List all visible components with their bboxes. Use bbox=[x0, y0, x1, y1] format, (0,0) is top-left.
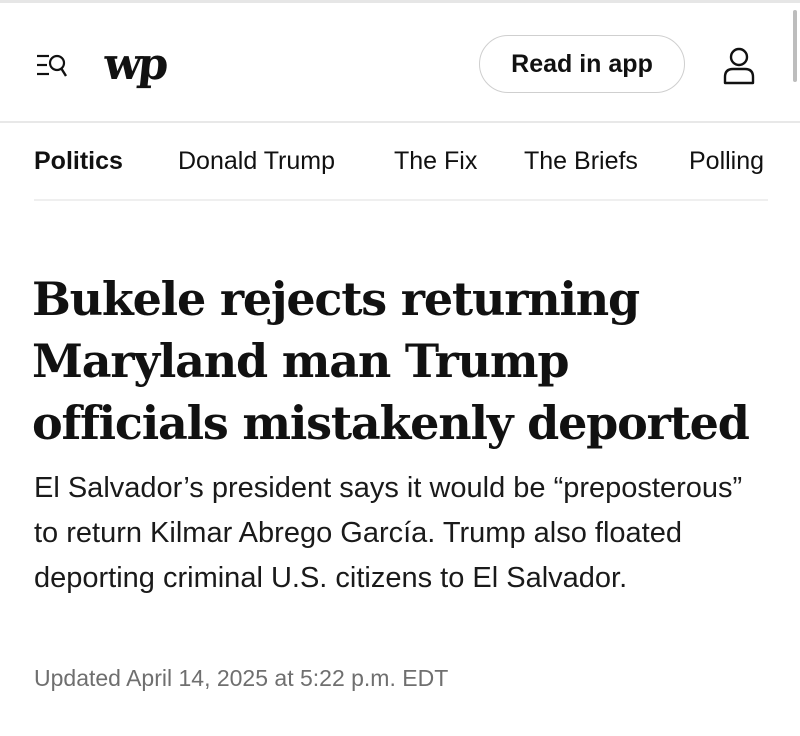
user-glyph bbox=[723, 47, 755, 85]
nav-item-the-briefs[interactable]: The Briefs bbox=[524, 145, 638, 177]
nav-item-polling[interactable]: Polling bbox=[689, 145, 764, 177]
site-header: wp Read in app bbox=[0, 3, 800, 123]
section-nav: Politics Donald Trump The Fix The Briefs… bbox=[34, 123, 768, 201]
nav-item-politics[interactable]: Politics bbox=[34, 145, 123, 177]
user-account-icon[interactable] bbox=[722, 47, 756, 85]
menu-search-glyph bbox=[37, 54, 68, 77]
read-in-app-button[interactable]: Read in app bbox=[479, 35, 685, 93]
nav-item-donald-trump[interactable]: Donald Trump bbox=[178, 145, 335, 177]
article-timestamp: Updated April 14, 2025 at 5:22 p.m. EDT bbox=[34, 665, 449, 691]
menu-search-icon[interactable] bbox=[36, 53, 68, 79]
washington-post-logo[interactable]: wp bbox=[101, 37, 168, 93]
article-dek: El Salvador’s president says it would be… bbox=[34, 472, 743, 594]
nav-item-the-fix[interactable]: The Fix bbox=[394, 145, 477, 177]
page: wp Read in app Politics Donald Trump The… bbox=[0, 0, 800, 736]
article-headline: Bukele rejects returning Maryland man Tr… bbox=[32, 272, 750, 450]
